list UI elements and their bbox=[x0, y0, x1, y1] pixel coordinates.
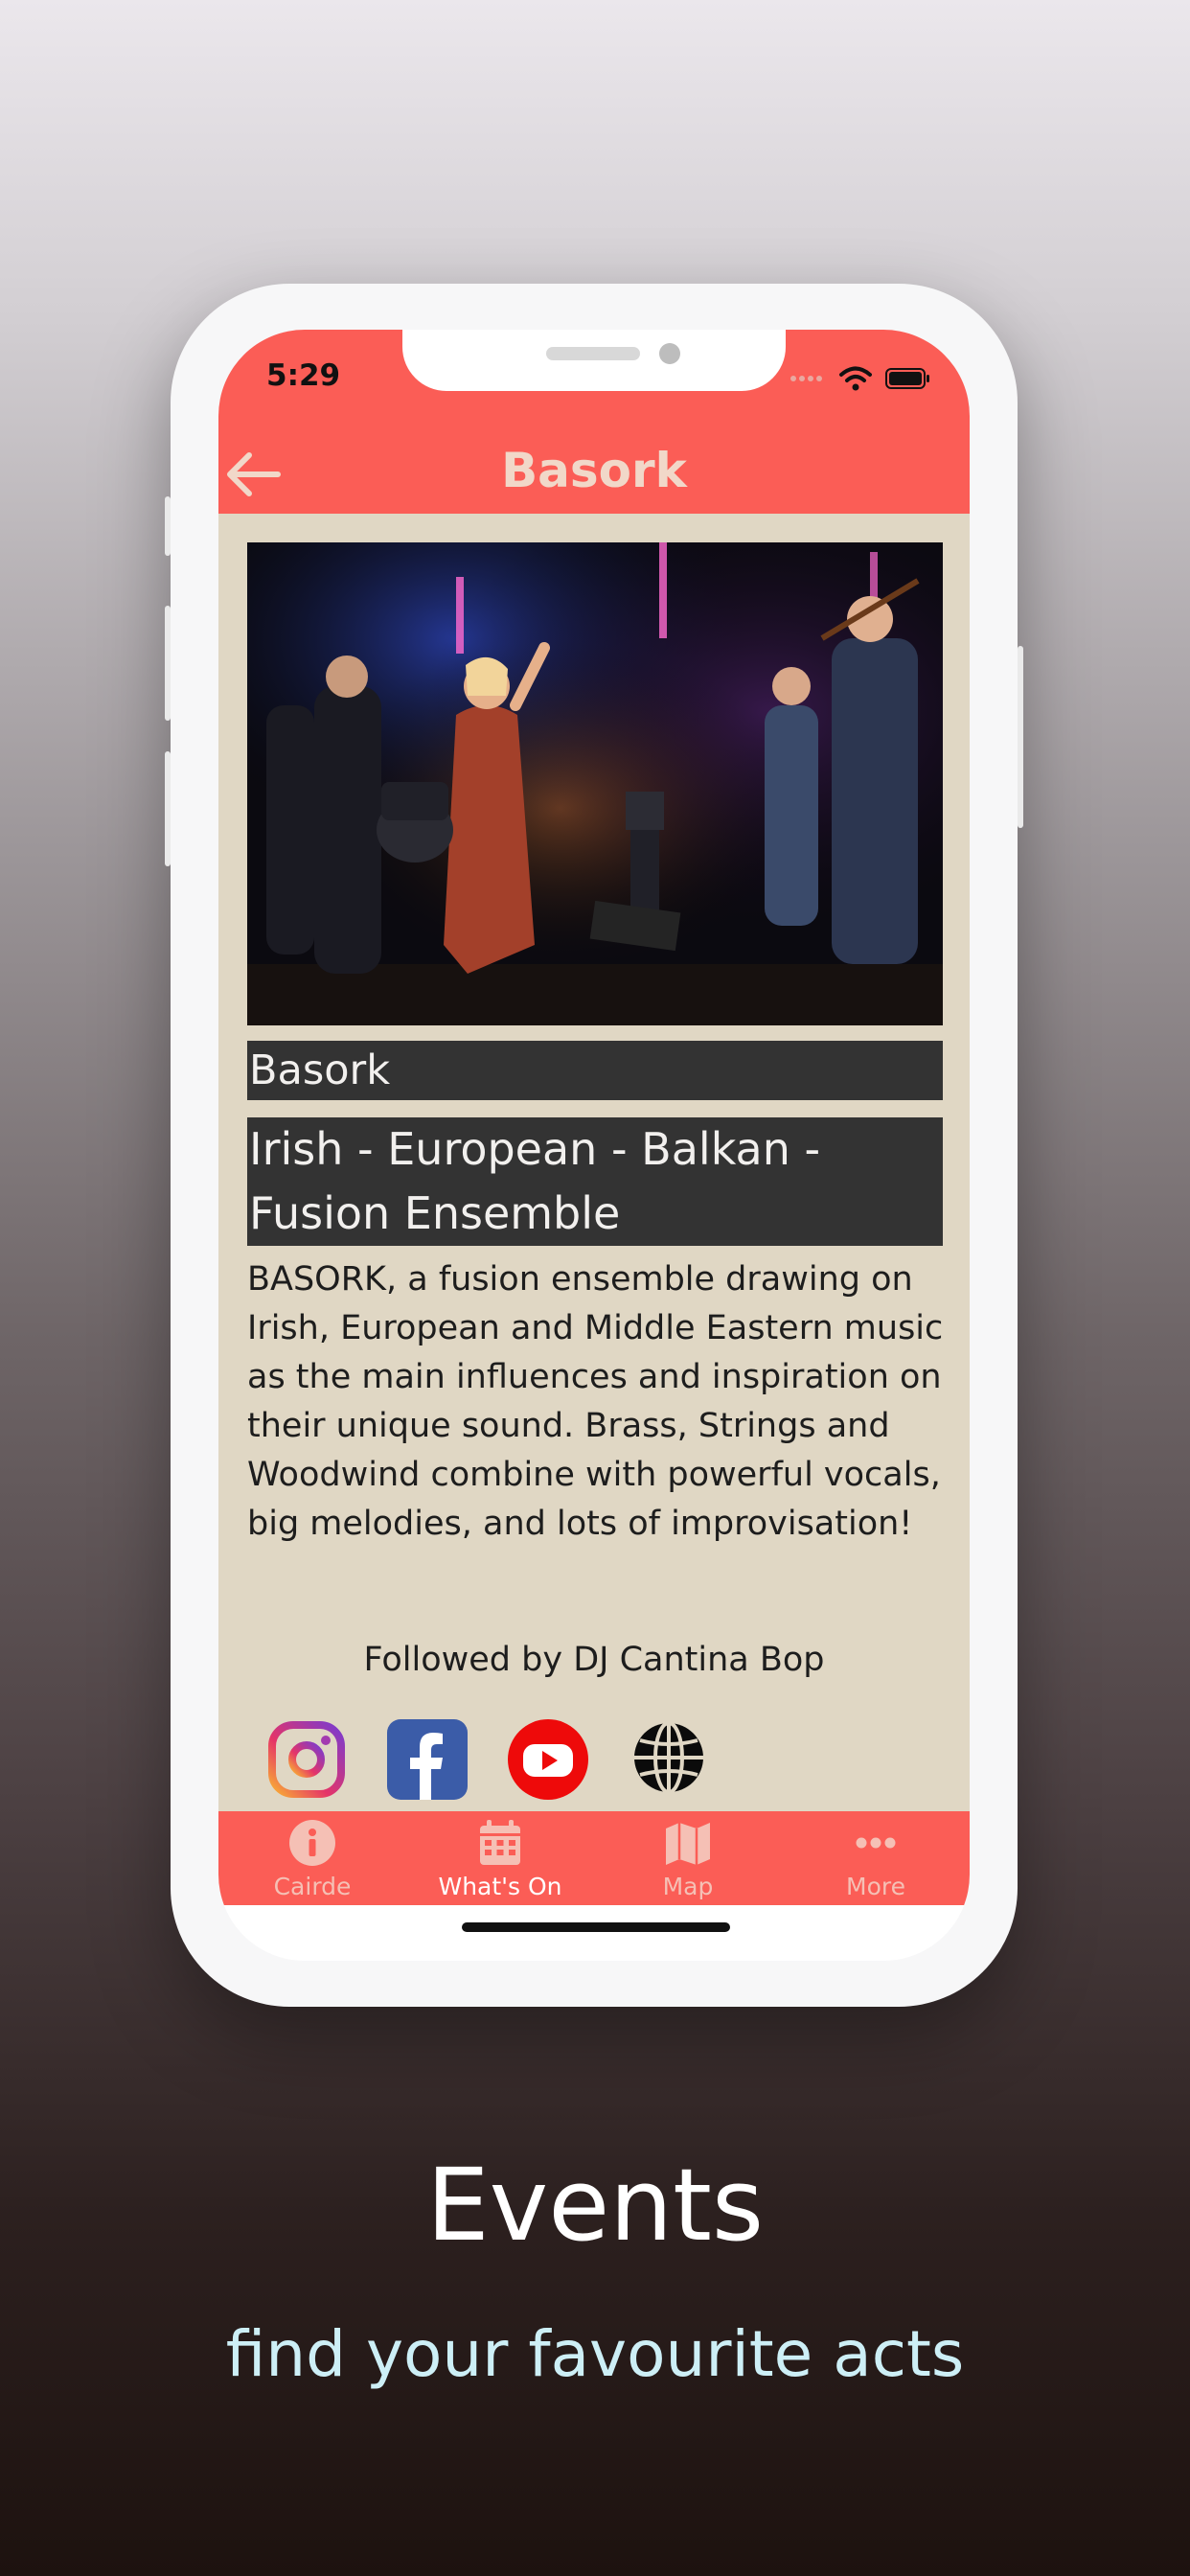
marketing-headline: Events bbox=[425, 2147, 765, 2264]
globe-icon bbox=[634, 1721, 703, 1794]
website-link[interactable] bbox=[629, 1719, 709, 1800]
signal-icon bbox=[790, 376, 822, 381]
calendar-icon bbox=[480, 1820, 520, 1865]
tab-bar: Cairde What's On Map More bbox=[218, 1811, 970, 1905]
silent-switch bbox=[165, 496, 171, 556]
instagram-link[interactable] bbox=[266, 1719, 347, 1800]
home-indicator[interactable] bbox=[462, 1922, 730, 1932]
volume-up-button bbox=[165, 606, 171, 721]
social-links bbox=[266, 1719, 709, 1800]
tab-whats-on[interactable]: What's On bbox=[406, 1811, 594, 1905]
info-icon bbox=[289, 1820, 335, 1866]
event-name: Basork bbox=[247, 1041, 943, 1100]
youtube-link[interactable] bbox=[508, 1719, 588, 1800]
phone-frame: 5:29 Basork Basork Irish - European - Ba… bbox=[165, 284, 1023, 2007]
tab-map[interactable]: Map bbox=[594, 1811, 782, 1905]
facebook-icon bbox=[387, 1719, 468, 1800]
tab-more[interactable]: More bbox=[782, 1811, 970, 1905]
earpiece-speaker bbox=[546, 347, 640, 360]
status-time: 5:29 bbox=[266, 358, 341, 393]
home-indicator-area bbox=[218, 1905, 970, 1961]
navigation-bar: Basork bbox=[218, 435, 970, 514]
event-description: BASORK, a fusion ensemble drawing on Iri… bbox=[247, 1260, 944, 1543]
band-stage-image bbox=[247, 542, 943, 1025]
event-detail: Basork Irish - European - Balkan - Fusio… bbox=[218, 514, 970, 1811]
app-screen: 5:29 Basork Basork Irish - European - Ba… bbox=[218, 330, 970, 1961]
battery-icon bbox=[885, 368, 929, 389]
instagram-icon bbox=[268, 1721, 345, 1798]
power-button bbox=[1018, 646, 1023, 828]
page-title: Basork bbox=[501, 443, 687, 498]
marketing-subline: find your favourite acts bbox=[225, 2317, 965, 2391]
youtube-icon bbox=[508, 1719, 588, 1800]
volume-down-button bbox=[165, 751, 171, 866]
tab-cairde[interactable]: Cairde bbox=[218, 1811, 406, 1905]
wifi-icon bbox=[839, 366, 872, 391]
event-photo bbox=[247, 542, 943, 1025]
map-icon bbox=[666, 1823, 710, 1865]
facebook-link[interactable] bbox=[387, 1719, 468, 1800]
front-camera bbox=[659, 343, 680, 364]
tab-label: Cairde bbox=[273, 1873, 352, 1900]
more-icon bbox=[856, 1837, 896, 1849]
notch bbox=[402, 330, 786, 391]
tab-label: More bbox=[846, 1873, 905, 1900]
event-genre: Irish - European - Balkan - Fusion Ensem… bbox=[247, 1117, 943, 1246]
tab-label: Map bbox=[662, 1873, 714, 1900]
support-act: Followed by DJ Cantina Bop bbox=[363, 1641, 825, 1679]
tab-label: What's On bbox=[438, 1873, 562, 1900]
